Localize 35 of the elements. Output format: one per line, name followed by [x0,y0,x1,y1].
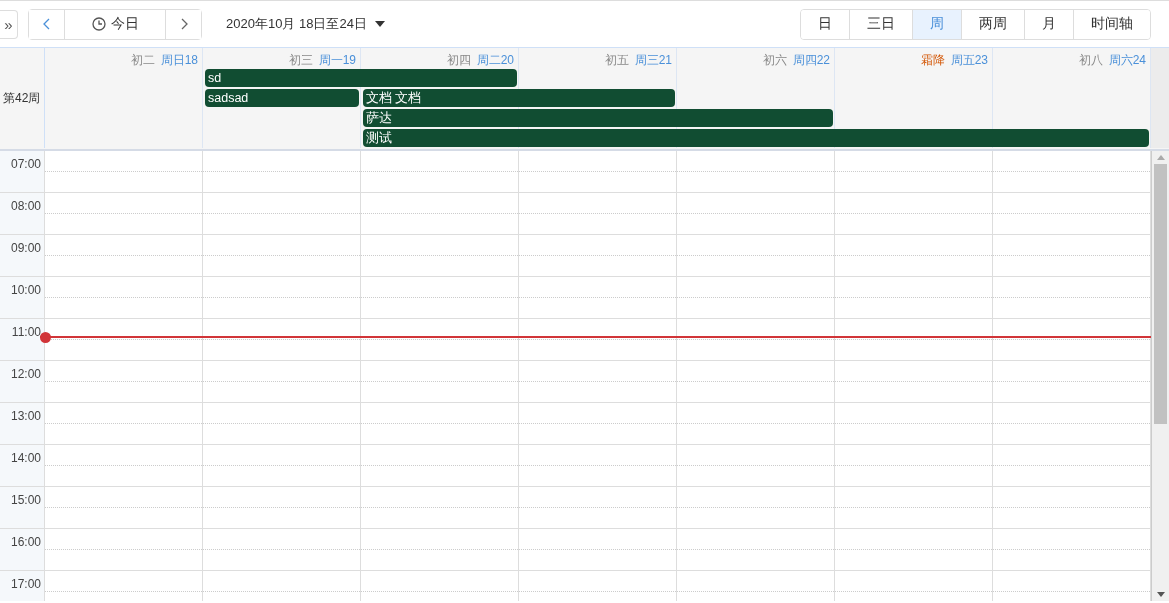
scrollbar-thumb[interactable] [1154,164,1167,424]
scroll-down-icon[interactable] [1156,592,1165,597]
view-tab[interactable]: 时间轴 [1073,9,1150,39]
chevron-right-icon [179,18,188,30]
lunar-date: 初五 [604,52,629,68]
week-number: 第42周 [3,89,41,107]
lunar-date: 初四 [446,52,471,68]
hour-label: 08:00 [10,199,41,213]
lunar-date: 霜降 [920,52,945,68]
lunar-date: 初三 [288,52,313,68]
scrollbar[interactable] [1152,151,1169,601]
hour-label: 13:00 [10,409,41,423]
lunar-date: 初六 [762,52,787,68]
event-bar[interactable]: 文档 文档 [363,89,675,107]
event-bar[interactable]: sadsad [205,89,359,107]
hour-label: 11:00 [11,325,41,339]
hour-label: 15:00 [10,493,41,507]
hour-label: 14:00 [10,451,41,465]
hour-label: 16:00 [10,535,41,549]
hour-label: 10:00 [10,283,41,297]
hour-label: 12:00 [10,367,41,381]
caret-icon [374,21,385,27]
expand-button[interactable]: » [0,9,18,39]
hour-label: 07:00 [10,157,41,171]
event-bar[interactable]: 萨达 [363,109,833,127]
today-button[interactable]: 今日 [64,9,166,39]
event-bar[interactable]: sd [205,69,517,87]
chevron-left-icon [42,18,51,30]
scroll-up-icon[interactable] [1156,155,1165,160]
hour-label: 09:00 [10,241,41,255]
lunar-date: 初八 [1078,52,1103,68]
lunar-date: 初二 [130,52,155,68]
clock-icon [91,17,106,31]
event-bar[interactable]: 测试 [363,129,1149,147]
hour-label: 17:00 [10,577,41,591]
